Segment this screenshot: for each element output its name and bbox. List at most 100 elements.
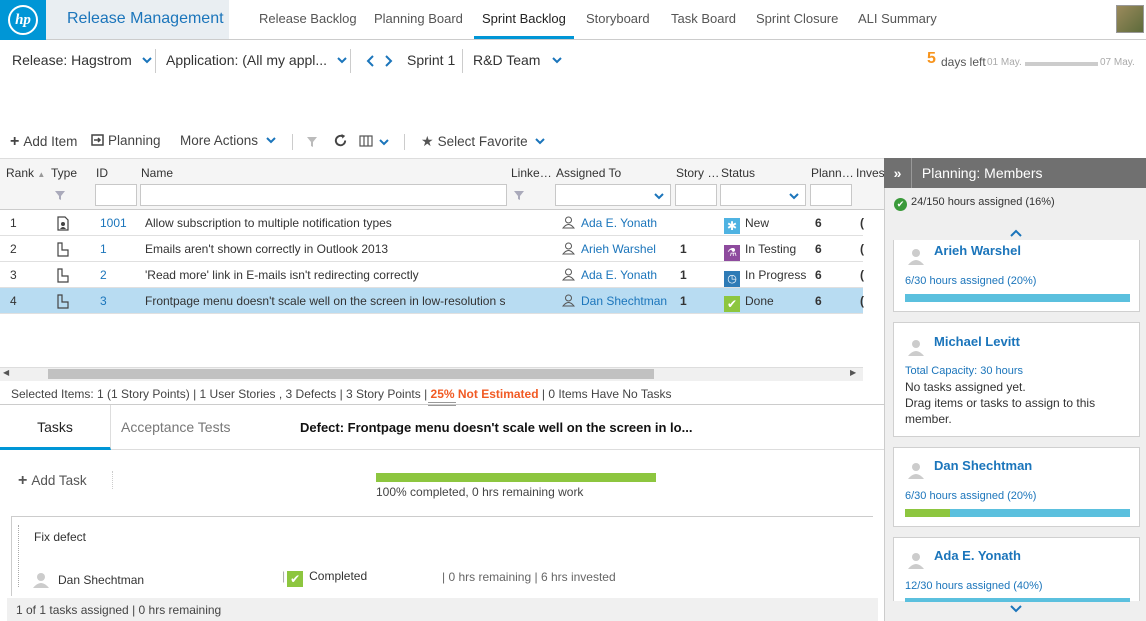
task-progress-text: 100% completed, 0 hrs remaining work bbox=[376, 485, 584, 499]
status-label: In Testing bbox=[745, 242, 797, 256]
tab-acceptance-tests[interactable]: Acceptance Tests bbox=[121, 419, 230, 435]
check-circle-icon: ✔ bbox=[894, 198, 907, 211]
table-row[interactable]: 3 2 'Read more' link in E-mails isn't re… bbox=[0, 262, 864, 288]
cell-status[interactable]: ⚗ In Testing bbox=[724, 236, 796, 262]
status-progress-icon: ◷ bbox=[724, 271, 740, 287]
task-owner[interactable]: Dan Shechtman bbox=[58, 573, 144, 587]
tab-storyboard[interactable]: Storyboard bbox=[586, 0, 650, 39]
tab-sprint-backlog[interactable]: Sprint Backlog bbox=[474, 0, 574, 39]
table-row[interactable]: 1 1001 Allow subscription to multiple no… bbox=[0, 210, 864, 236]
planned-filter-input[interactable] bbox=[810, 184, 852, 206]
app-title[interactable]: Release Management bbox=[46, 0, 229, 39]
cell-id[interactable]: 1 bbox=[100, 236, 107, 262]
cell-name[interactable]: Frontpage menu doesn't scale well on the… bbox=[145, 288, 505, 314]
splitter-handle-icon[interactable] bbox=[428, 402, 456, 406]
header-name[interactable]: Name bbox=[141, 166, 173, 180]
cell-name[interactable]: Allow subscription to multiple notificat… bbox=[145, 210, 505, 236]
cell-assigned[interactable]: Arieh Warshel bbox=[562, 236, 656, 262]
scroll-up-icon[interactable] bbox=[1010, 229, 1022, 237]
chevron-right-icon[interactable] bbox=[383, 55, 393, 67]
member-card[interactable]: Arieh Warshel 6/30 hours assigned (20%) bbox=[893, 240, 1140, 312]
person-icon bbox=[908, 553, 924, 569]
status-new-icon: ✱ bbox=[724, 218, 740, 234]
sprint-start-date: 01 May. bbox=[987, 57, 1022, 68]
user-avatar[interactable] bbox=[1116, 5, 1144, 33]
application-selector[interactable]: Application: (All my appl... bbox=[166, 52, 347, 68]
planning-button[interactable]: Planning bbox=[91, 133, 161, 148]
task-name[interactable]: Fix defect bbox=[34, 530, 86, 544]
member-card[interactable]: Michael Levitt Total Capacity: 30 hours … bbox=[893, 322, 1140, 437]
add-item-button[interactable]: + Add Item bbox=[10, 133, 77, 151]
tab-release-backlog[interactable]: Release Backlog bbox=[259, 0, 357, 39]
cell-invested: ( bbox=[860, 294, 864, 308]
member-name: Michael Levitt bbox=[934, 334, 1020, 349]
cell-assigned[interactable]: Ada E. Yonath bbox=[562, 210, 657, 236]
table-row[interactable]: 2 1 Emails aren't shown correctly in Out… bbox=[0, 236, 864, 262]
cell-story-points: 1 bbox=[680, 268, 687, 282]
cell-id[interactable]: 2 bbox=[100, 262, 107, 288]
tab-ali-summary[interactable]: ALI Summary bbox=[858, 0, 937, 39]
task-card[interactable]: Fix defect Dan Shechtman | ✔ Completed | 0… bbox=[11, 516, 873, 596]
filter-clear-icon[interactable] bbox=[306, 135, 320, 149]
member-capacity: Total Capacity: 30 hours bbox=[905, 365, 1024, 377]
name-filter-input[interactable] bbox=[140, 184, 507, 206]
header-status[interactable]: Status bbox=[721, 166, 755, 180]
more-actions-menu[interactable]: More Actions bbox=[180, 133, 276, 148]
header-type[interactable]: Type bbox=[51, 166, 77, 180]
header-id[interactable]: ID bbox=[96, 166, 108, 180]
tab-tasks[interactable]: Tasks bbox=[0, 405, 111, 450]
cell-id[interactable]: 1001 bbox=[100, 210, 127, 236]
assigned-filter-select[interactable] bbox=[555, 184, 671, 206]
header-story-points[interactable]: Story … bbox=[676, 166, 719, 180]
filter-icon[interactable] bbox=[514, 191, 524, 200]
cell-name[interactable]: 'Read more' link in E-mails isn't redire… bbox=[145, 262, 505, 288]
member-card[interactable]: Dan Shechtman 6/30 hours assigned (20%) bbox=[893, 447, 1140, 527]
add-task-button[interactable]: + Add Task bbox=[18, 472, 87, 490]
header-planned[interactable]: Plann… bbox=[811, 166, 854, 180]
chevron-left-icon[interactable] bbox=[366, 55, 376, 67]
scrollbar-thumb[interactable] bbox=[48, 369, 654, 379]
filter-icon[interactable] bbox=[55, 191, 65, 200]
cell-name[interactable]: Emails aren't shown correctly in Outlook… bbox=[145, 236, 505, 262]
cell-assigned[interactable]: Ada E. Yonath bbox=[562, 262, 657, 288]
id-filter-input[interactable] bbox=[95, 184, 137, 206]
cell-status[interactable]: ✱ New bbox=[724, 210, 769, 236]
scroll-left-icon[interactable]: ◀ bbox=[3, 368, 9, 377]
divider bbox=[404, 134, 405, 150]
task-drag-handle[interactable] bbox=[18, 525, 19, 587]
collapse-panel-icon[interactable]: » bbox=[884, 158, 912, 188]
header-invested[interactable]: Invest bbox=[856, 166, 884, 180]
task-status[interactable]: | ✔ Completed bbox=[282, 569, 367, 587]
cell-status[interactable]: ✔ Done bbox=[724, 288, 774, 314]
team-selector[interactable]: R&D Team bbox=[473, 52, 563, 68]
hp-logo[interactable]: hp bbox=[0, 0, 46, 40]
tasks-assigned-summary: 1 of 1 tasks assigned | 0 hrs remaining bbox=[16, 603, 222, 617]
columns-icon[interactable] bbox=[359, 135, 373, 147]
cell-invested: ( bbox=[860, 216, 864, 230]
person-icon bbox=[908, 249, 924, 265]
person-icon bbox=[562, 268, 575, 281]
tab-planning-board[interactable]: Planning Board bbox=[374, 0, 463, 39]
cell-assigned[interactable]: Dan Shechtman bbox=[562, 288, 667, 314]
cell-id[interactable]: 3 bbox=[100, 288, 107, 314]
cell-status[interactable]: ◷ In Progress bbox=[724, 262, 806, 288]
scroll-right-icon[interactable]: ▶ bbox=[850, 368, 856, 377]
release-selector[interactable]: Release: Hagstrom bbox=[12, 52, 152, 68]
defect-icon bbox=[57, 268, 69, 283]
scroll-down-icon[interactable] bbox=[1010, 605, 1022, 613]
header-assigned-to[interactable]: Assigned To bbox=[556, 166, 621, 180]
status-label: In Progress bbox=[745, 268, 807, 282]
person-icon bbox=[562, 242, 575, 255]
tab-task-board[interactable]: Task Board bbox=[671, 0, 736, 39]
more-actions-label: More Actions bbox=[180, 133, 259, 148]
header-linked[interactable]: Linke… bbox=[511, 166, 552, 180]
header-rank[interactable]: Rank ▲ bbox=[6, 166, 45, 180]
story-filter-input[interactable] bbox=[675, 184, 717, 206]
select-favorite-menu[interactable]: ★ Select Favorite bbox=[421, 133, 546, 150]
table-row-selected[interactable]: 4 3 Frontpage menu doesn't scale well on… bbox=[0, 288, 864, 314]
refresh-icon[interactable] bbox=[333, 133, 348, 148]
tab-sprint-closure[interactable]: Sprint Closure bbox=[756, 0, 838, 39]
chevron-down-icon[interactable] bbox=[379, 137, 389, 147]
status-filter-select[interactable] bbox=[720, 184, 806, 206]
member-card[interactable]: Ada E. Yonath 12/30 hours assigned (40%) bbox=[893, 537, 1140, 602]
